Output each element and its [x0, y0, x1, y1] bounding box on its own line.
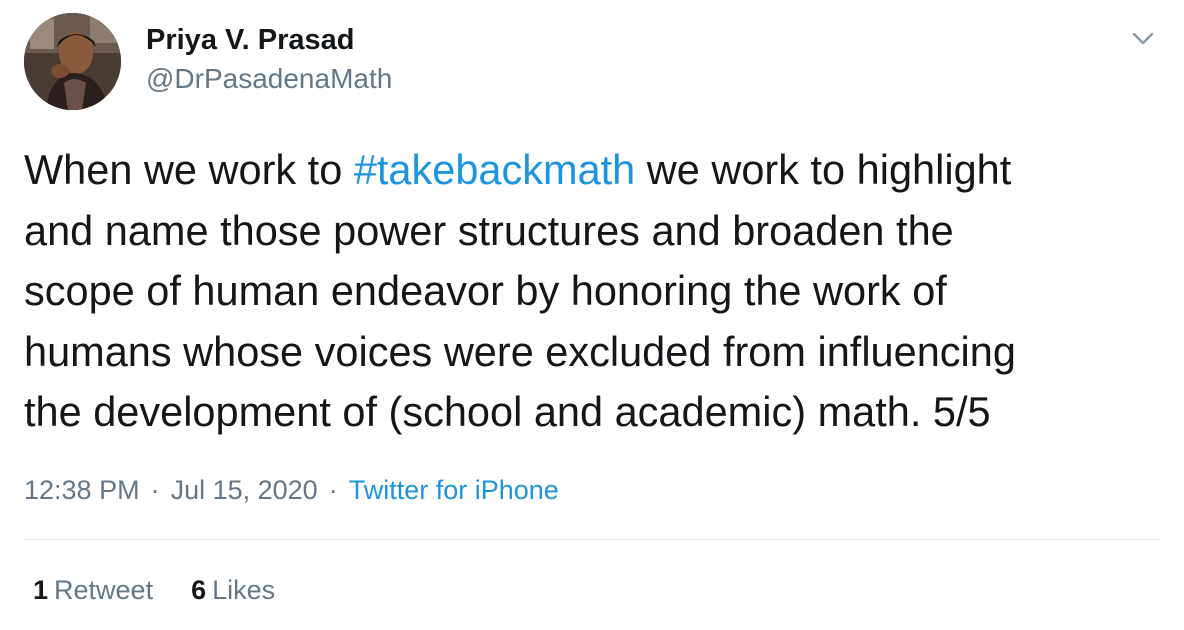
meta-separator: · — [328, 475, 338, 505]
divider — [24, 539, 1160, 540]
likes-label: Likes — [212, 575, 276, 605]
tweet-timestamp[interactable]: 12:38 PM — [24, 475, 140, 505]
retweets-count: 1 — [33, 575, 49, 605]
tweet-metadata: 12:38 PM · Jul 15, 2020 · Twitter for iPhone — [24, 472, 559, 508]
hashtag-link[interactable]: #takebackmath — [354, 146, 635, 193]
retweets-stat[interactable]: 1 Retweet — [33, 572, 153, 608]
likes-count: 6 — [191, 575, 207, 605]
likes-stat[interactable]: 6 Likes — [191, 572, 275, 608]
profile-photo — [24, 13, 121, 110]
tweet-source-link[interactable]: Twitter for iPhone — [349, 475, 559, 505]
tweet-text: When we work to #takebackmath we work to… — [24, 140, 1164, 443]
retweets-label: Retweet — [54, 575, 154, 605]
chevron-down-icon — [1132, 32, 1154, 44]
author-handle[interactable]: @DrPasadenaMath — [146, 62, 392, 96]
avatar[interactable] — [24, 13, 121, 110]
tweet-text-line: and name those power structures and broa… — [24, 206, 954, 254]
author-display-name[interactable]: Priya V. Prasad — [146, 22, 355, 58]
tweet-menu-button[interactable] — [1126, 24, 1160, 52]
tweet-stats: 1 Retweet 6 Likes — [33, 572, 275, 608]
tweet-text-line: When we work to #takebackmath we work to… — [24, 146, 1012, 193]
tweet-card: Priya V. Prasad @DrPasadenaMath When we … — [0, 0, 1184, 630]
tweet-text-line: humans whose voices were excluded from i… — [24, 327, 1016, 375]
tweet-text-line: scope of human endeavor by honoring the … — [24, 267, 947, 314]
tweet-text-line: the development of (school and academic)… — [24, 388, 991, 435]
tweet-date[interactable]: Jul 15, 2020 — [171, 475, 318, 505]
meta-separator: · — [150, 475, 160, 505]
